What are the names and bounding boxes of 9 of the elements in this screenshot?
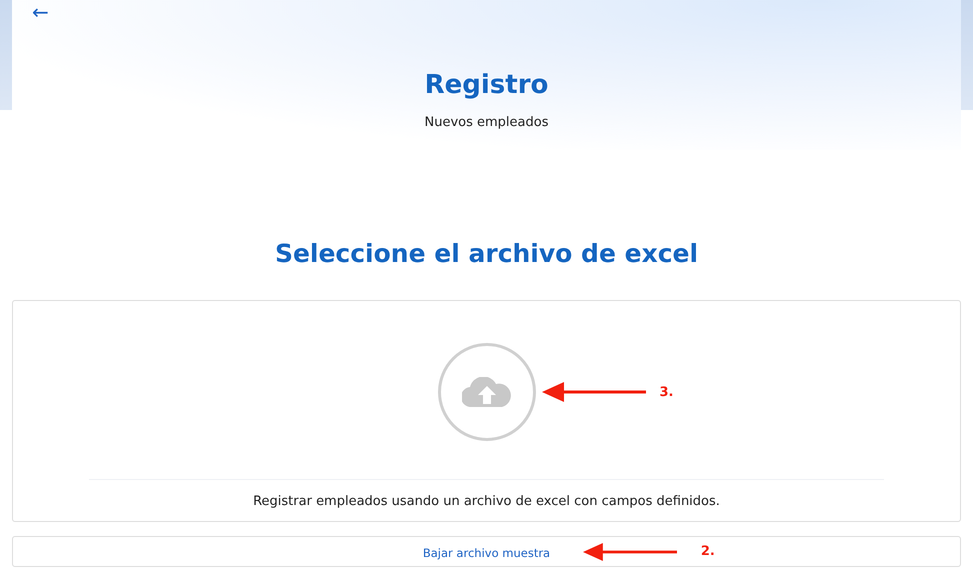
download-sample-link[interactable]: Bajar archivo muestra <box>422 546 550 560</box>
section-heading: Seleccione el archivo de excel <box>274 238 700 270</box>
cloud-upload-icon <box>462 377 512 407</box>
back-button[interactable]: ← <box>32 0 49 24</box>
annotation-label: 3. <box>660 384 674 400</box>
upload-description: Registrar empleados usando un archivo de excel con campos definidos. <box>253 494 720 509</box>
page-subtitle: Nuevos empleados <box>424 115 548 130</box>
annotation-label: 2. <box>700 544 715 559</box>
page-title: Registro <box>424 69 548 102</box>
